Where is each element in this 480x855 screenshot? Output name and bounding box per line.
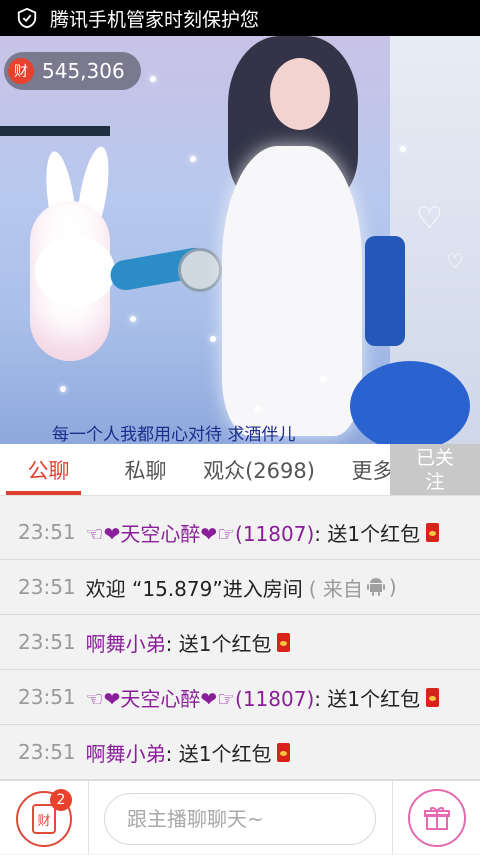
follow-button[interactable]: 已关 注 [390,444,480,495]
video-caption: 每一个人我都用心对待 求酒伴儿 [52,425,296,445]
chat-welcome-text: 欢迎 “15.879”进入房间 [85,576,303,601]
sparkle [210,336,216,342]
heart-icon: ♡ [446,249,464,273]
streamer-dress [222,146,362,436]
chat-text: : 送1个红包 [165,631,272,656]
chat-list: 23:51 ☜❤天空心醉❤☞(11807) : 送1个红包 23:51 欢迎 “… [0,505,480,780]
sparkle [320,376,326,382]
sparkle [255,406,261,412]
gift-button[interactable] [408,789,466,847]
chat-time: 23:51 [18,740,76,764]
divider [88,781,89,855]
chat-username[interactable]: 啊舞小弟 [86,628,166,657]
microphone-head [178,248,222,292]
heart-icon: ♡ [416,201,443,236]
chat-time: 23:51 [18,630,76,654]
mic-stand [0,126,110,136]
notification-badge: 2 [50,789,72,811]
bottom-bar: 财 2 [0,780,480,855]
sparkle [400,146,406,152]
chat-username[interactable]: ☜❤天空心醉❤☞(11807) [86,683,315,712]
red-envelope-icon: 财 [32,804,56,834]
bunny-head [35,236,115,306]
red-envelope-icon [426,687,440,707]
chat-source-open: ( 来自 [308,576,363,601]
chat-time: 23:51 [18,685,76,709]
sparkle [190,156,196,162]
divider [392,781,393,855]
shield-icon [17,7,37,29]
chat-row[interactable]: 23:51 ☜❤天空心醉❤☞(11807) : 送1个红包 [0,505,480,560]
chat-row[interactable]: 23:51 ☜❤天空心醉❤☞(11807) : 送1个红包 [0,670,480,725]
live-video[interactable]: ♡ ♡ [0,36,480,444]
red-envelope-icon [426,522,440,542]
tab-public-chat[interactable]: 公聊 [0,444,97,495]
chat-input[interactable] [104,793,376,845]
sparkle [60,386,66,392]
chat-text: : 送1个红包 [314,686,421,711]
streamer-face [270,58,330,130]
chat-username[interactable]: ☜❤天空心醉❤☞(11807) [86,518,315,547]
gift-icon [424,807,450,830]
chat-tabs: 公聊 私聊 观众(2698) 更多 已关 注 [0,444,480,496]
chat-row[interactable]: 23:51 啊舞小弟 : 送1个红包 [0,615,480,670]
follow-label-1: 已关 [415,447,454,469]
chat-row[interactable]: 23:51 欢迎 “15.879”进入房间 ( 来自 ) [0,560,480,615]
tab-private-chat[interactable]: 私聊 [97,444,194,495]
red-envelope-icon [277,632,291,652]
chat-text: : 送1个红包 [314,521,421,546]
blue-ball [350,361,470,444]
chat-text: : 送1个红包 [165,741,272,766]
sparkle [150,76,156,82]
wealth-counter[interactable]: 财 545,306 [4,52,141,90]
blue-bottle [365,236,405,346]
chat-time: 23:51 [18,575,76,599]
red-envelope-icon [277,742,291,762]
wealth-count: 545,306 [42,59,125,83]
status-bar: 腾讯手机管家时刻保护您 [0,0,480,36]
chat-row[interactable]: 23:51 啊舞小弟 : 送1个红包 [0,725,480,780]
status-text: 腾讯手机管家时刻保护您 [50,8,260,31]
chat-time: 23:51 [18,520,76,544]
chat-source-close: ) [388,575,397,599]
wealth-coin-icon: 财 [8,58,34,84]
android-icon [366,578,385,596]
follow-label-2: 注 [425,471,445,493]
tab-audience[interactable]: 观众(2698) [194,444,324,495]
sparkle [130,316,136,322]
chat-username[interactable]: 啊舞小弟 [86,738,166,767]
